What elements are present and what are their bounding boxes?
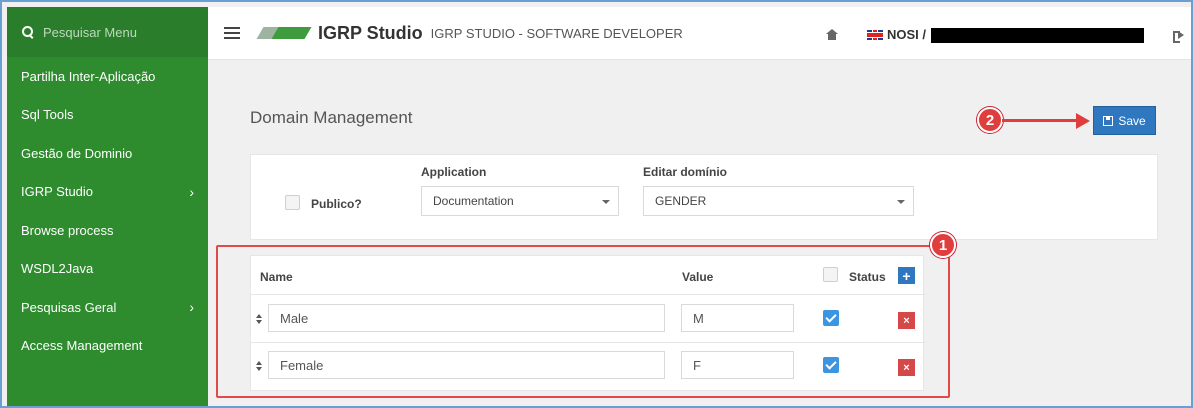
save-button[interactable]: Save xyxy=(1093,106,1156,135)
application-select-value: Documentation xyxy=(433,194,514,208)
chevron-right-icon: › xyxy=(189,299,194,316)
menu-search-placeholder: Pesquisar Menu xyxy=(43,24,137,40)
annotation-badge-1: 1 xyxy=(930,232,956,258)
sidebar-item-partilha[interactable]: Partilha Inter-Aplicação xyxy=(7,57,208,96)
annotation-arrow xyxy=(1002,119,1078,122)
sidebar-item-label: Browse process xyxy=(21,222,114,238)
application-select[interactable]: Documentation xyxy=(421,186,619,216)
caret-down-icon xyxy=(602,200,610,204)
igrp-logo xyxy=(256,26,312,40)
annotation-arrow-head xyxy=(1076,113,1090,129)
sidebar-item-label: Pesquisas Geral xyxy=(21,299,117,315)
redacted-username xyxy=(931,28,1144,43)
sidebar: Pesquisar Menu Partilha Inter-Aplicação … xyxy=(7,7,208,406)
sidebar-item-label: Sql Tools xyxy=(21,107,74,123)
brand-title: IGRP Studio xyxy=(318,22,423,43)
annotation-badge-2: 2 xyxy=(977,107,1003,133)
uk-flag-icon[interactable] xyxy=(867,30,883,40)
sidebar-item-igrp-studio[interactable]: IGRP Studio › xyxy=(7,173,208,212)
user-org[interactable]: NOSI / xyxy=(887,27,926,42)
domain-form: Publico? Application Documentation Edita… xyxy=(250,154,1158,240)
sidebar-item-label: Partilha Inter-Aplicação xyxy=(21,68,156,84)
caret-down-icon xyxy=(897,200,905,204)
brand-subtitle: IGRP STUDIO - SOFTWARE DEVELOPER xyxy=(430,25,683,41)
editar-dominio-select[interactable]: GENDER xyxy=(643,186,914,216)
save-button-label: Save xyxy=(1118,113,1146,128)
sidebar-item-pesquisas-geral[interactable]: Pesquisas Geral › xyxy=(7,288,208,327)
publico-label: Publico? xyxy=(311,197,362,211)
application-label: Application xyxy=(421,165,487,179)
sidebar-item-browse-process[interactable]: Browse process xyxy=(7,211,208,250)
publico-checkbox[interactable] xyxy=(285,195,300,210)
editar-dominio-label: Editar domínio xyxy=(643,165,727,179)
menu-toggle-icon[interactable] xyxy=(224,27,240,39)
home-icon[interactable] xyxy=(826,29,838,40)
sidebar-item-label: Gestão de Dominio xyxy=(21,145,133,161)
top-header: IGRP Studio IGRP STUDIO - SOFTWARE DEVEL… xyxy=(208,7,1191,60)
sidebar-item-label: IGRP Studio xyxy=(21,184,94,200)
floppy-disk-icon xyxy=(1103,115,1114,126)
editar-dominio-select-value: GENDER xyxy=(655,194,707,208)
app-window: Pesquisar Menu Partilha Inter-Aplicação … xyxy=(0,0,1193,408)
chevron-right-icon: › xyxy=(189,183,194,200)
sidebar-item-access-management[interactable]: Access Management xyxy=(7,327,208,366)
page-title: Domain Management xyxy=(250,108,413,127)
sidebar-item-wsdl2java[interactable]: WSDL2Java xyxy=(7,250,208,289)
sidebar-item-label: Access Management xyxy=(21,338,143,354)
logout-icon[interactable] xyxy=(1173,30,1184,43)
sidebar-item-gestao-dominio[interactable]: Gestão de Dominio xyxy=(7,134,208,173)
sidebar-item-sql-tools[interactable]: Sql Tools xyxy=(7,96,208,135)
search-icon xyxy=(21,25,35,39)
menu-search[interactable]: Pesquisar Menu xyxy=(7,7,208,57)
sidebar-item-label: WSDL2Java xyxy=(21,261,94,277)
annotation-highlight-box xyxy=(216,245,950,398)
